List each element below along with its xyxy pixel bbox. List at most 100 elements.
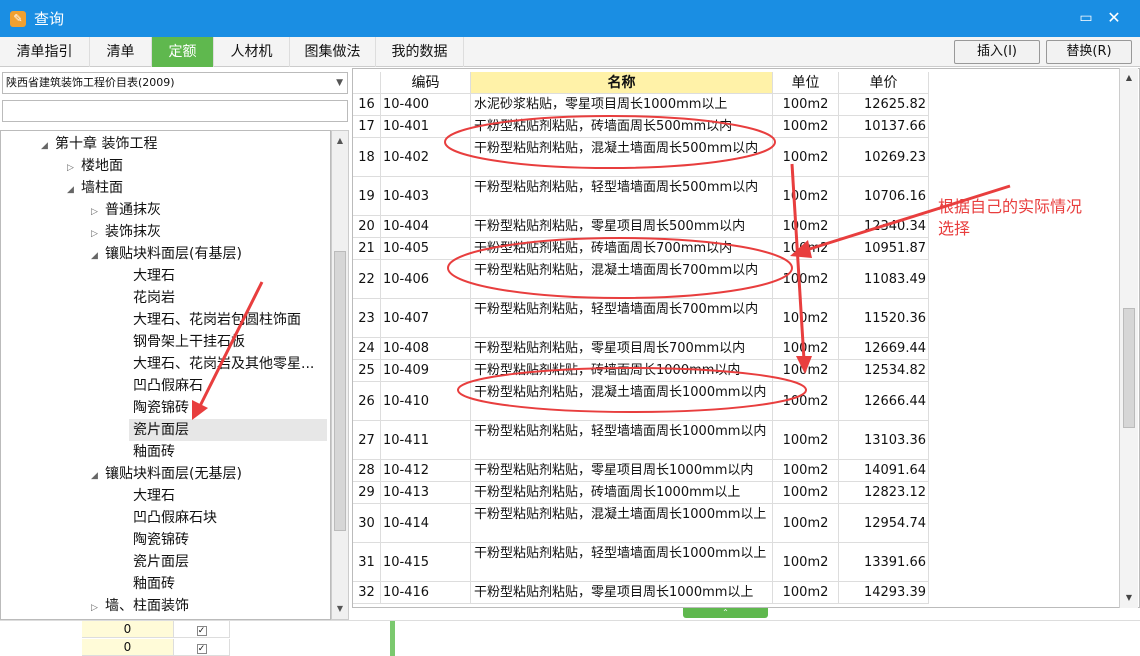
grid-cell-price[interactable]: 10706.16: [839, 177, 929, 216]
tab-bill[interactable]: 清单: [90, 37, 152, 67]
tab-my-data[interactable]: 我的数据: [376, 37, 464, 67]
checkbox-icon[interactable]: ✓: [196, 626, 207, 636]
tab-labor-material[interactable]: 人材机: [214, 37, 290, 67]
grid-cell-code[interactable]: 10-414: [381, 504, 471, 543]
grid-cell-price[interactable]: 10137.66: [839, 116, 929, 138]
grid-cell-name[interactable]: 干粉型粘贴剂粘贴，零星项目周长500mm以内: [471, 216, 773, 238]
grid-cell-idx[interactable]: 21: [353, 238, 381, 260]
grid-cell-idx[interactable]: 28: [353, 460, 381, 482]
grid-cell-idx[interactable]: 26: [353, 382, 381, 421]
grid-cell-price[interactable]: 13391.66: [839, 543, 929, 582]
grid-cell-code[interactable]: 10-416: [381, 582, 471, 604]
grid-cell-idx[interactable]: 23: [353, 299, 381, 338]
grid-cell-unit[interactable]: 100m2: [773, 216, 839, 238]
collapsed-arrow-icon[interactable]: ▷: [67, 157, 81, 179]
grid-cell-name[interactable]: 干粉型粘贴剂粘贴，砖墙面周长1000mm以上: [471, 482, 773, 504]
grid-cell-idx[interactable]: 27: [353, 421, 381, 460]
expanded-arrow-icon[interactable]: ◢: [91, 465, 105, 487]
scroll-up-icon[interactable]: ▲: [1120, 70, 1138, 86]
checkbox-icon[interactable]: ✓: [196, 644, 207, 654]
collapsed-arrow-icon[interactable]: ▷: [91, 597, 105, 619]
grid-cell-name[interactable]: 干粉型粘贴剂粘贴，轻型墙墙面周长700mm以内: [471, 299, 773, 338]
grid-cell-idx[interactable]: 18: [353, 138, 381, 177]
tree-node[interactable]: ◢ 镶贴块料面层(无基层): [91, 463, 242, 485]
grid-cell-price[interactable]: 11083.49: [839, 260, 929, 299]
tree-node[interactable]: 大理石、花岗岩及其他零星...: [133, 353, 314, 375]
grid-cell-idx[interactable]: 16: [353, 94, 381, 116]
tree-node[interactable]: 瓷片面层: [133, 419, 189, 441]
grid-cell-unit[interactable]: 100m2: [773, 299, 839, 338]
grid-cell-name[interactable]: 干粉型粘贴剂粘贴，零星项目周长1000mm以上: [471, 582, 773, 604]
grid-cell-name[interactable]: 干粉型粘贴剂粘贴，混凝土墙面周长500mm以内: [471, 138, 773, 177]
expanded-arrow-icon[interactable]: ◢: [91, 245, 105, 267]
grid-cell-code[interactable]: 10-403: [381, 177, 471, 216]
grid-cell-code[interactable]: 10-406: [381, 260, 471, 299]
scroll-down-icon[interactable]: ▼: [332, 601, 348, 617]
grid-cell-code[interactable]: 10-402: [381, 138, 471, 177]
expanded-arrow-icon[interactable]: ◢: [41, 135, 55, 157]
grid-cell-name[interactable]: 干粉型粘贴剂粘贴，轻型墙墙面周长500mm以内: [471, 177, 773, 216]
tree-node[interactable]: 凹凸假麻石块: [133, 507, 217, 529]
tree-node[interactable]: 钢骨架上干挂石板: [133, 331, 245, 353]
tree-node[interactable]: 凹凸假麻石: [133, 375, 203, 397]
grid-cell-code[interactable]: 10-412: [381, 460, 471, 482]
grid-cell-price[interactable]: 10269.23: [839, 138, 929, 177]
grid-cell-price[interactable]: 12340.34: [839, 216, 929, 238]
tree-node[interactable]: 陶瓷锦砖: [133, 529, 189, 551]
tree-node[interactable]: ◢ 第十章 装饰工程: [41, 133, 157, 155]
tree-node[interactable]: 陶瓷锦砖: [133, 397, 189, 419]
scroll-up-icon[interactable]: ▲: [332, 133, 348, 149]
grid-cell-code[interactable]: 10-400: [381, 94, 471, 116]
grid-cell-code[interactable]: 10-408: [381, 338, 471, 360]
grid-cell-unit[interactable]: 100m2: [773, 504, 839, 543]
tab-quota[interactable]: 定额: [152, 37, 214, 67]
panel-collapse-handle[interactable]: ⌃: [683, 608, 768, 618]
tree-node[interactable]: ▷ 墙、柱面装饰: [91, 595, 189, 617]
grid-cell-unit[interactable]: 100m2: [773, 338, 839, 360]
tree-node[interactable]: ▷ 装饰抹灰: [91, 221, 161, 243]
grid-cell-idx[interactable]: 30: [353, 504, 381, 543]
maximize-icon[interactable]: ▭: [1076, 8, 1096, 28]
collapsed-arrow-icon[interactable]: ▷: [91, 223, 105, 245]
grid-cell-price[interactable]: 12954.74: [839, 504, 929, 543]
replace-button[interactable]: 替换(R): [1046, 40, 1132, 64]
tab-atlas[interactable]: 图集做法: [290, 37, 376, 67]
grid-cell-name[interactable]: 干粉型粘贴剂粘贴，轻型墙墙面周长1000mm以上: [471, 543, 773, 582]
grid-cell-unit[interactable]: 100m2: [773, 360, 839, 382]
tree-node[interactable]: 釉面砖: [133, 441, 175, 463]
grid-cell-unit[interactable]: 100m2: [773, 382, 839, 421]
close-icon[interactable]: ✕: [1104, 8, 1124, 28]
grid-scroll-thumb[interactable]: [1123, 308, 1135, 428]
grid-cell-name[interactable]: 干粉型粘贴剂粘贴，轻型墙墙面周长1000mm以内: [471, 421, 773, 460]
tree-filter-input[interactable]: [2, 100, 348, 122]
grid-cell-name[interactable]: 干粉型粘贴剂粘贴，混凝土墙面周长1000mm以上: [471, 504, 773, 543]
grid-cell-idx[interactable]: 24: [353, 338, 381, 360]
expanded-arrow-icon[interactable]: ◢: [67, 179, 81, 201]
tree-node[interactable]: ▷ 普通抹灰: [91, 199, 161, 221]
grid-cell-idx[interactable]: 22: [353, 260, 381, 299]
grid-cell-idx[interactable]: 20: [353, 216, 381, 238]
insert-button[interactable]: 插入(I): [954, 40, 1040, 64]
grid-cell-unit[interactable]: 100m2: [773, 94, 839, 116]
grid-cell-code[interactable]: 10-401: [381, 116, 471, 138]
grid-cell-name[interactable]: 干粉型粘贴剂粘贴，砖墙面周长700mm以内: [471, 238, 773, 260]
tree-node[interactable]: 釉面砖: [133, 573, 175, 595]
grid-cell-unit[interactable]: 100m2: [773, 421, 839, 460]
grid-cell-price[interactable]: 12625.82: [839, 94, 929, 116]
sheet-checkbox-cell[interactable]: ✓: [174, 621, 230, 638]
grid-cell-unit[interactable]: 100m2: [773, 177, 839, 216]
grid-cell-code[interactable]: 10-409: [381, 360, 471, 382]
tree-node[interactable]: 大理石: [133, 485, 175, 507]
grid-cell-price[interactable]: 12534.82: [839, 360, 929, 382]
grid-cell-price[interactable]: 12823.12: [839, 482, 929, 504]
grid-cell-name[interactable]: 水泥砂浆粘贴，零星项目周长1000mm以上: [471, 94, 773, 116]
grid-cell-code[interactable]: 10-415: [381, 543, 471, 582]
grid-cell-idx[interactable]: 25: [353, 360, 381, 382]
tab-bill-guide[interactable]: 清单指引: [0, 37, 90, 67]
grid-cell-unit[interactable]: 100m2: [773, 460, 839, 482]
grid-cell-code[interactable]: 10-405: [381, 238, 471, 260]
grid-cell-unit[interactable]: 100m2: [773, 260, 839, 299]
grid-cell-price[interactable]: 12666.44: [839, 382, 929, 421]
scroll-down-icon[interactable]: ▼: [1120, 590, 1138, 606]
library-select[interactable]: 陕西省建筑装饰工程价目表(2009) ▼: [2, 72, 348, 94]
